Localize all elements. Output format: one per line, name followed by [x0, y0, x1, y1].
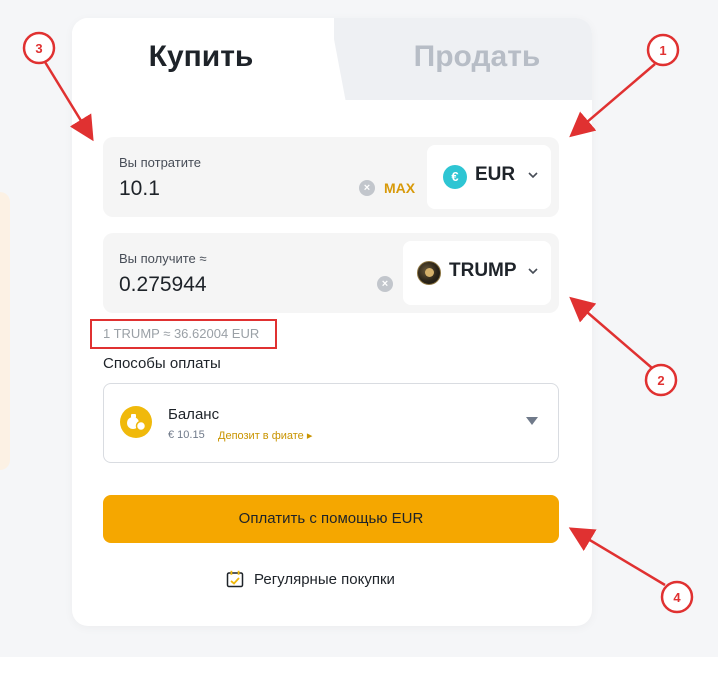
spend-amount-input[interactable]: 10.1 [119, 177, 160, 201]
spend-field[interactable]: Вы потратите 10.1 × MAX € EUR [103, 137, 559, 217]
spend-currency-select[interactable]: € EUR [427, 145, 551, 209]
calendar-icon [226, 570, 244, 588]
balance-wallet-icon [120, 406, 152, 438]
chevron-down-icon [528, 172, 538, 179]
eur-coin-icon: € [443, 165, 467, 189]
receive-currency-label: TRUMP [449, 260, 517, 281]
tab-buy-label[interactable]: Купить [72, 40, 330, 74]
clear-spend-icon[interactable]: × [359, 180, 375, 196]
payment-balance: € 10.15 [168, 429, 205, 441]
receive-currency-select[interactable]: TRUMP [403, 241, 551, 305]
receive-label: Вы получите ≈ [119, 251, 207, 266]
caret-down-icon [526, 417, 538, 425]
spend-currency-label: EUR [475, 164, 516, 185]
payment-method-select[interactable]: Баланс € 10.15 Депозит в фиате ▸ [103, 383, 559, 463]
max-button[interactable]: MAX [384, 180, 415, 196]
pay-button[interactable]: Оплатить с помощью EUR [103, 495, 559, 543]
exchange-rate: 1 TRUMP ≈ 36.62004 EUR [90, 319, 277, 349]
receive-field[interactable]: Вы получите ≈ 0.275944 × TRUMP [103, 233, 559, 313]
left-side-panel [0, 192, 10, 470]
spend-label: Вы потратите [119, 155, 201, 170]
trump-coin-icon [417, 261, 441, 285]
recurring-buy-label: Регулярные покупки [254, 571, 395, 588]
tab-sell-label[interactable]: Продать [362, 40, 592, 74]
deposit-fiat-link[interactable]: Депозит в фиате ▸ [218, 429, 312, 442]
clear-receive-icon[interactable]: × [377, 276, 393, 292]
trade-card: Купить Продать Вы потратите 10.1 × MAX €… [72, 18, 592, 626]
payment-method-name: Баланс [168, 406, 220, 423]
payment-methods-title: Способы оплаты [103, 355, 221, 372]
chevron-down-icon [528, 268, 538, 275]
receive-amount-input[interactable]: 0.275944 [119, 273, 207, 297]
